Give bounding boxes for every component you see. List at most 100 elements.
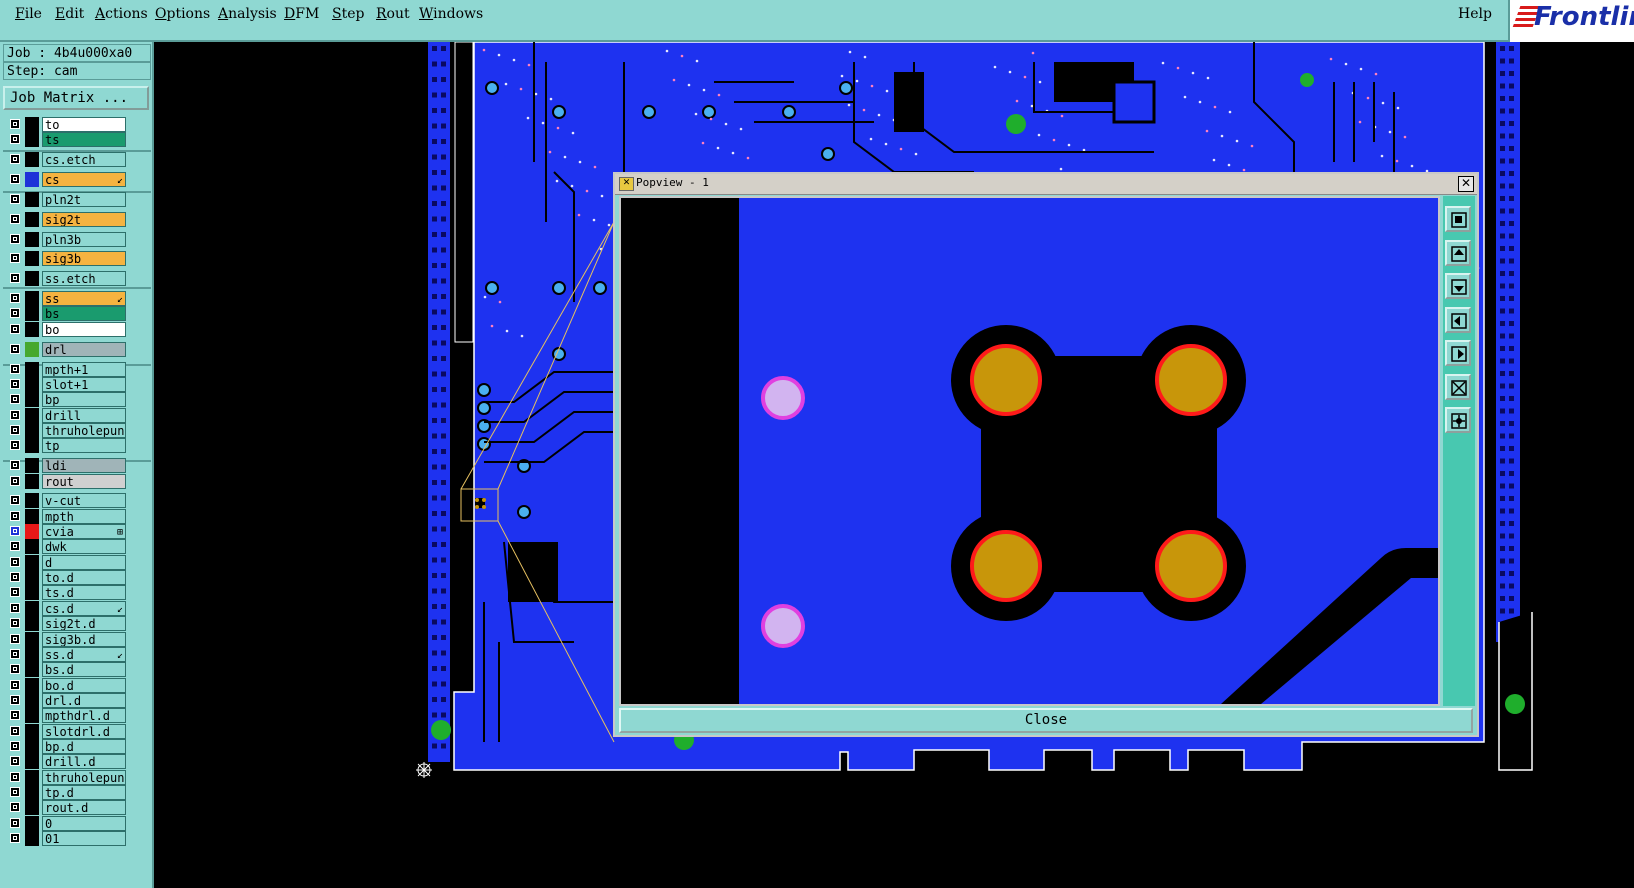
layer-name[interactable]: bs.d: [42, 662, 126, 677]
layer-visibility-checkbox[interactable]: [10, 741, 20, 751]
layer-row[interactable]: sig2t.d: [4, 616, 126, 631]
layer-visibility-checkbox[interactable]: [10, 587, 20, 597]
layer-row[interactable]: bp: [4, 392, 126, 407]
layer-color-swatch[interactable]: [25, 509, 39, 524]
layer-name[interactable]: sig2t.d: [42, 616, 126, 631]
layer-name[interactable]: drill.d: [42, 754, 126, 769]
menu-dfm[interactable]: DFM: [284, 6, 319, 22]
layer-visibility-checkbox[interactable]: [10, 649, 20, 659]
pan-left-button[interactable]: [1445, 306, 1471, 333]
layer-color-swatch[interactable]: [25, 342, 39, 357]
layer-visibility-checkbox[interactable]: [10, 134, 20, 144]
layer-visibility-checkbox[interactable]: [10, 695, 20, 705]
close-icon[interactable]: ✕: [1458, 176, 1474, 192]
layer-visibility-checkbox[interactable]: [10, 726, 20, 736]
layer-name[interactable]: cvia ⊞: [42, 524, 126, 539]
menu-file[interactable]: File: [15, 6, 42, 22]
layer-row[interactable]: cs ↙: [4, 172, 126, 187]
pan-right-button[interactable]: [1445, 340, 1471, 366]
layer-color-swatch[interactable]: [25, 408, 39, 423]
layer-row[interactable]: ss.etch: [4, 271, 126, 286]
layer-row[interactable]: ss.d ↙: [4, 647, 126, 662]
layer-row[interactable]: pln3b: [4, 232, 126, 247]
layer-color-swatch[interactable]: [25, 524, 39, 539]
layer-visibility-checkbox[interactable]: [10, 364, 20, 374]
layer-visibility-checkbox[interactable]: [10, 603, 20, 613]
layer-name[interactable]: sig3b.d: [42, 632, 126, 647]
layer-row[interactable]: ldi: [4, 458, 126, 473]
layer-name[interactable]: pln2t: [42, 192, 126, 207]
layer-row[interactable]: ts.d: [4, 585, 126, 600]
layer-name[interactable]: rout: [42, 474, 126, 489]
layer-visibility-checkbox[interactable]: [10, 664, 20, 674]
layer-visibility-checkbox[interactable]: [10, 495, 20, 505]
layer-color-swatch[interactable]: [25, 291, 39, 306]
layer-visibility-checkbox[interactable]: [10, 234, 20, 244]
layer-row[interactable]: d: [4, 555, 126, 570]
popview-zoom-view[interactable]: [619, 196, 1440, 706]
layer-row[interactable]: mpthdrl.d: [4, 708, 126, 723]
layer-name[interactable]: cs ↙: [42, 172, 126, 187]
close-button[interactable]: Close: [619, 708, 1473, 733]
layer-visibility-checkbox[interactable]: [10, 174, 20, 184]
layer-visibility-checkbox[interactable]: [10, 618, 20, 628]
layer-row[interactable]: cs.etch: [4, 152, 126, 167]
layer-visibility-checkbox[interactable]: [10, 154, 20, 164]
layer-visibility-checkbox[interactable]: [10, 526, 20, 536]
layer-row[interactable]: bs.d: [4, 662, 126, 677]
layer-name[interactable]: ts: [42, 132, 126, 147]
layer-name[interactable]: thruholepunch: [42, 423, 126, 438]
layer-color-swatch[interactable]: [25, 754, 39, 769]
layer-color-swatch[interactable]: [25, 601, 39, 616]
zoom-fit-button[interactable]: [1445, 373, 1471, 400]
layer-color-swatch[interactable]: [25, 693, 39, 708]
layer-color-swatch[interactable]: [25, 474, 39, 489]
layer-name[interactable]: mpth: [42, 509, 126, 524]
menu-analysis[interactable]: Analysis: [218, 6, 277, 22]
layer-row[interactable]: slotdrl.d: [4, 724, 126, 739]
layer-name[interactable]: cs.etch: [42, 152, 126, 167]
layer-name[interactable]: dwk: [42, 539, 126, 554]
layer-row[interactable]: cs.d ↙: [4, 601, 126, 616]
layer-name[interactable]: ts.d: [42, 585, 126, 600]
layer-visibility-checkbox[interactable]: [10, 476, 20, 486]
layer-row[interactable]: mpth: [4, 509, 126, 524]
layer-visibility-checkbox[interactable]: [10, 410, 20, 420]
layer-row[interactable]: drl: [4, 342, 126, 357]
layer-row[interactable]: mpth+1: [4, 362, 126, 377]
layer-visibility-checkbox[interactable]: [10, 511, 20, 521]
layer-visibility-checkbox[interactable]: [10, 344, 20, 354]
layer-name[interactable]: cs.d ↙: [42, 601, 126, 616]
layer-row[interactable]: slot+1: [4, 377, 126, 392]
layer-row[interactable]: to: [4, 117, 126, 132]
layer-row[interactable]: to.d: [4, 570, 126, 585]
layer-visibility-checkbox[interactable]: [10, 194, 20, 204]
layer-visibility-checkbox[interactable]: [10, 460, 20, 470]
layer-row[interactable]: drl.d: [4, 693, 126, 708]
layer-name[interactable]: 0: [42, 816, 126, 831]
layer-name[interactable]: ldi: [42, 458, 126, 473]
layer-color-swatch[interactable]: [25, 306, 39, 321]
layer-name[interactable]: to.d: [42, 570, 126, 585]
layer-visibility-checkbox[interactable]: [10, 293, 20, 303]
layer-visibility-checkbox[interactable]: [10, 214, 20, 224]
layer-visibility-checkbox[interactable]: [10, 324, 20, 334]
layer-visibility-checkbox[interactable]: [10, 680, 20, 690]
layer-color-swatch[interactable]: [25, 117, 39, 132]
layer-name[interactable]: sig3b: [42, 251, 126, 266]
layer-name[interactable]: thruholepunch: [42, 770, 126, 785]
layer-row[interactable]: thruholepunch: [4, 770, 126, 785]
layer-name[interactable]: tp: [42, 438, 126, 453]
layer-visibility-checkbox[interactable]: [10, 756, 20, 766]
layer-color-swatch[interactable]: [25, 192, 39, 207]
layer-visibility-checkbox[interactable]: [10, 425, 20, 435]
layer-name[interactable]: bp.d: [42, 739, 126, 754]
layer-row[interactable]: bp.d: [4, 739, 126, 754]
layer-visibility-checkbox[interactable]: [10, 634, 20, 644]
layer-row[interactable]: pln2t: [4, 192, 126, 207]
layer-name[interactable]: ss.d ↙: [42, 647, 126, 662]
menu-options[interactable]: Options: [155, 6, 210, 22]
pan-up-button[interactable]: [1445, 239, 1471, 266]
layer-name[interactable]: sig2t: [42, 212, 126, 227]
layer-color-swatch[interactable]: [25, 271, 39, 286]
